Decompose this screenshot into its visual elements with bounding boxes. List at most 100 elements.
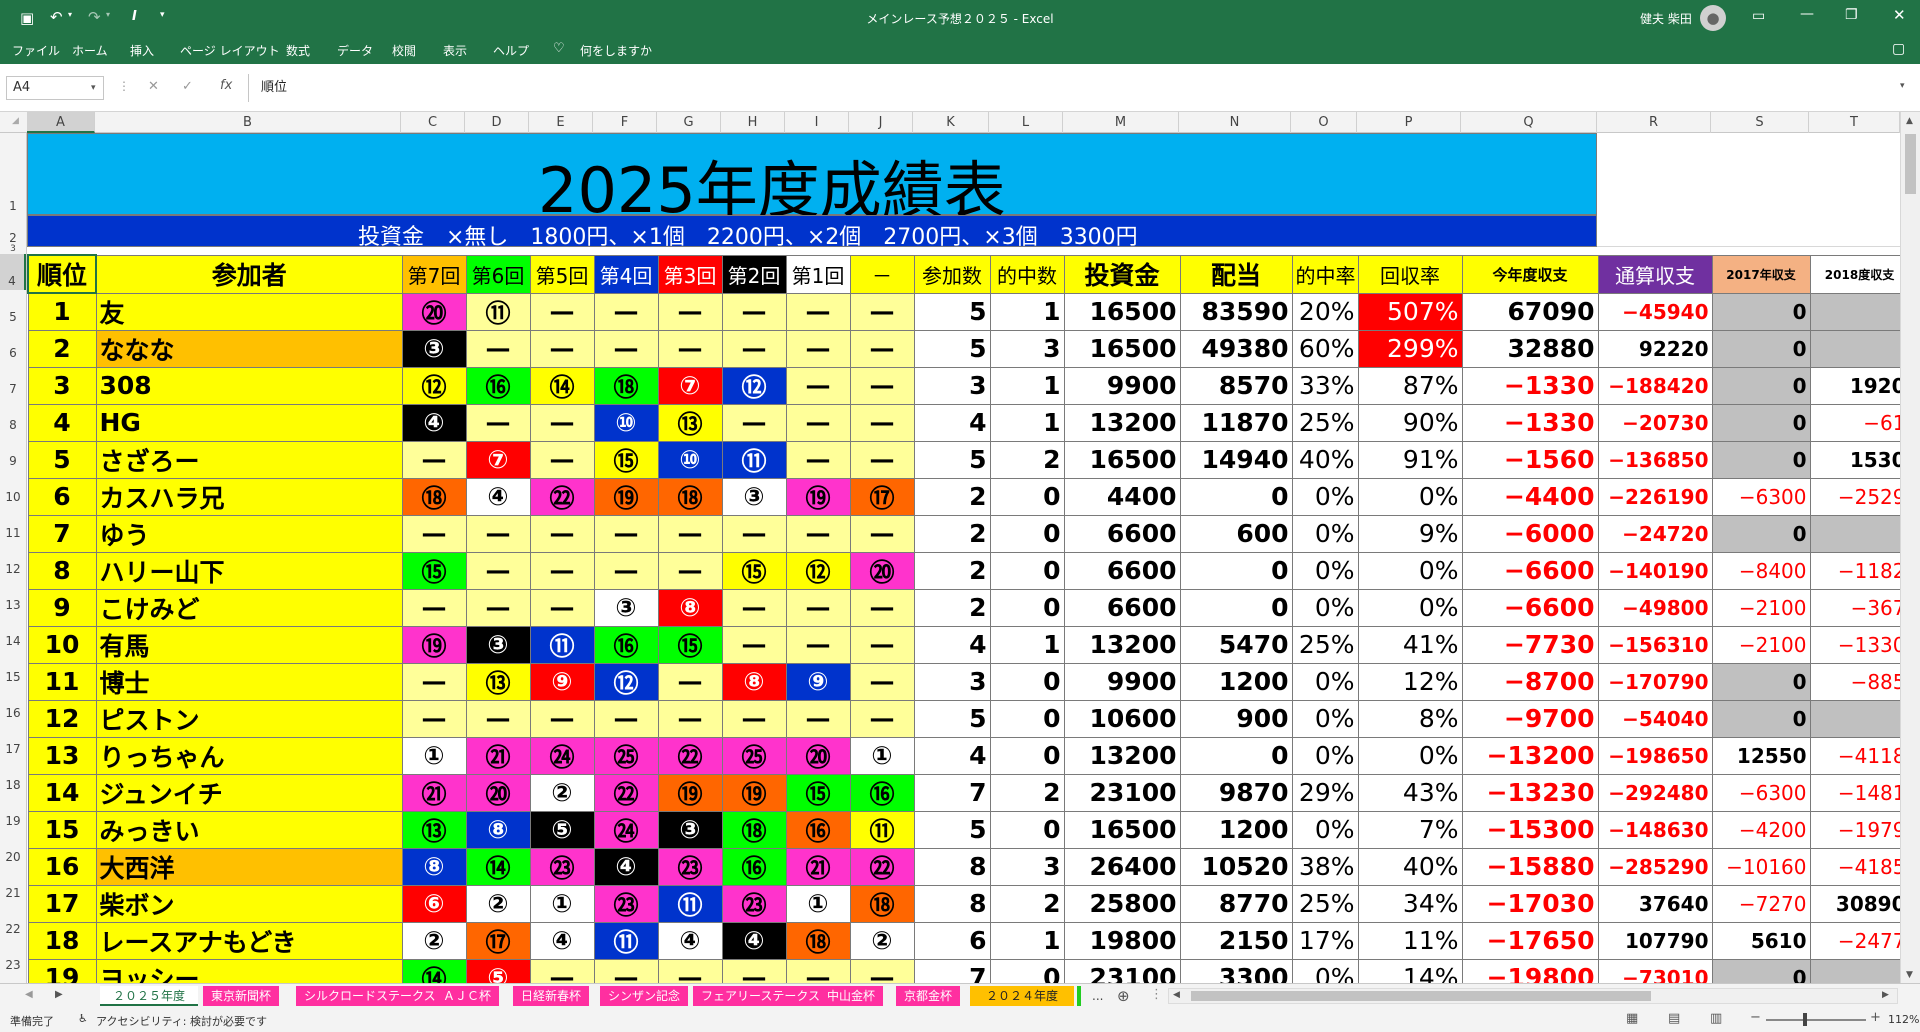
pick-cell[interactable]: ㉒: [593, 773, 659, 812]
total-balance-cell[interactable]: 37640: [1597, 884, 1713, 923]
return-rate-cell[interactable]: 12%: [1357, 662, 1463, 701]
sheet-tab[interactable]: ＡＪＣ杯: [435, 986, 500, 1006]
col-header[interactable]: H: [721, 112, 785, 133]
year-balance-cell[interactable]: −6600: [1461, 588, 1599, 627]
header-total-balance[interactable]: 通算収支: [1597, 254, 1713, 294]
menu-review[interactable]: 校閲: [392, 42, 416, 59]
invest-cell[interactable]: 13200: [1063, 625, 1181, 664]
y2017-cell[interactable]: −6300: [1711, 773, 1811, 812]
pick-cell[interactable]: ⑰: [465, 921, 531, 960]
pick-cell[interactable]: —: [657, 551, 723, 590]
return-rate-cell[interactable]: 11%: [1357, 921, 1463, 960]
payout-cell[interactable]: 900: [1179, 699, 1293, 738]
row-header[interactable]: 7: [0, 362, 26, 398]
y2018-cell[interactable]: [1809, 514, 1900, 553]
pick-cell[interactable]: ③: [657, 810, 723, 849]
payout-cell[interactable]: 1200: [1179, 662, 1293, 701]
pick-cell[interactable]: ②: [401, 921, 467, 960]
page-layout-view-icon[interactable]: ▤: [1668, 1011, 1680, 1026]
y2017-cell[interactable]: 0: [1711, 403, 1811, 442]
participant-cell[interactable]: ヨッシー: [95, 958, 403, 983]
pick-cell[interactable]: ⑥: [401, 884, 467, 923]
payout-cell[interactable]: 0: [1179, 477, 1293, 516]
pick-cell[interactable]: —: [401, 662, 467, 701]
header-2017[interactable]: 2017年収支: [1711, 254, 1811, 294]
pick-cell[interactable]: —: [657, 292, 723, 331]
pick-cell[interactable]: —: [849, 662, 915, 701]
row-header[interactable]: 5: [0, 290, 26, 326]
pick-cell[interactable]: ⑯: [465, 366, 531, 405]
pick-cell[interactable]: ⑬: [401, 810, 467, 849]
payout-cell[interactable]: 0: [1179, 551, 1293, 590]
comment-icon[interactable]: ▢: [1892, 41, 1905, 57]
pick-cell[interactable]: ⑲: [657, 773, 723, 812]
pick-cell[interactable]: ⑧: [401, 847, 467, 886]
payout-cell[interactable]: 10520: [1179, 847, 1293, 886]
hit-rate-cell[interactable]: 25%: [1291, 625, 1359, 664]
pick-cell[interactable]: ㉒: [529, 477, 595, 516]
entries-cell[interactable]: 8: [913, 884, 991, 923]
participant-cell[interactable]: さざろー: [95, 440, 403, 479]
rank-cell[interactable]: 12: [27, 699, 97, 738]
rank-cell[interactable]: 14: [27, 773, 97, 812]
minimize-icon[interactable]: —: [1800, 6, 1814, 22]
header-hit-rate[interactable]: 的中率: [1291, 254, 1359, 294]
zoom-level[interactable]: 112%: [1888, 1013, 1919, 1026]
year-balance-cell[interactable]: −17030: [1461, 884, 1599, 923]
payout-cell[interactable]: 9870: [1179, 773, 1293, 812]
tab-split-handle[interactable]: ⋮: [1150, 987, 1163, 1002]
rank-cell[interactable]: 3: [27, 366, 97, 405]
rank-cell[interactable]: 7: [27, 514, 97, 553]
formula-input[interactable]: 順位: [248, 74, 1898, 102]
h-scroll-thumb[interactable]: [1191, 991, 1651, 1001]
pick-cell[interactable]: —: [529, 699, 595, 738]
col-header[interactable]: D: [465, 112, 529, 133]
pick-cell[interactable]: —: [721, 958, 787, 983]
pick-cell[interactable]: —: [593, 292, 659, 331]
y2017-cell[interactable]: 0: [1711, 699, 1811, 738]
sheet-tab[interactable]: 京都金杯: [896, 986, 961, 1006]
pick-cell[interactable]: —: [657, 958, 723, 983]
sheet-tab[interactable]: シンザン記念: [600, 986, 689, 1006]
y2018-cell[interactable]: [1809, 699, 1900, 738]
row-header[interactable]: 12: [0, 542, 26, 578]
pick-cell[interactable]: ⑭: [401, 958, 467, 983]
col-header[interactable]: C: [401, 112, 465, 133]
return-rate-cell[interactable]: 43%: [1357, 773, 1463, 812]
year-balance-cell[interactable]: −1560: [1461, 440, 1599, 479]
row-header[interactable]: 10: [0, 470, 26, 506]
y2018-cell[interactable]: −1979: [1809, 810, 1900, 849]
total-balance-cell[interactable]: −148630: [1597, 810, 1713, 849]
hits-cell[interactable]: 0: [989, 810, 1065, 849]
col-header[interactable]: S: [1711, 112, 1809, 133]
year-balance-cell[interactable]: −7730: [1461, 625, 1599, 664]
year-balance-cell[interactable]: 32880: [1461, 329, 1599, 368]
participant-cell[interactable]: 友: [95, 292, 403, 331]
pick-cell[interactable]: —: [657, 514, 723, 553]
pick-cell[interactable]: ⑳: [849, 551, 915, 590]
pick-cell[interactable]: ③: [721, 477, 787, 516]
pick-cell[interactable]: —: [401, 699, 467, 738]
total-balance-cell[interactable]: −156310: [1597, 625, 1713, 664]
pick-cell[interactable]: —: [721, 588, 787, 627]
pick-cell[interactable]: —: [529, 292, 595, 331]
hit-rate-cell[interactable]: 0%: [1291, 736, 1359, 775]
subtitle-band[interactable]: 投資金 ×無し 1800円、×1個 2200円、×2個 2700円、×3個 33…: [27, 215, 1597, 250]
pick-cell[interactable]: —: [529, 329, 595, 368]
pick-cell[interactable]: ⑳: [465, 773, 531, 812]
pick-cell[interactable]: —: [401, 514, 467, 553]
pick-cell[interactable]: ⑲: [401, 625, 467, 664]
invest-cell[interactable]: 6600: [1063, 514, 1181, 553]
hits-cell[interactable]: 0: [989, 588, 1065, 627]
return-rate-cell[interactable]: 40%: [1357, 847, 1463, 886]
participant-cell[interactable]: みっきい: [95, 810, 403, 849]
return-rate-cell[interactable]: 0%: [1357, 551, 1463, 590]
hits-cell[interactable]: 2: [989, 884, 1065, 923]
hits-cell[interactable]: 0: [989, 699, 1065, 738]
payout-cell[interactable]: 49380: [1179, 329, 1293, 368]
pick-cell[interactable]: —: [849, 958, 915, 983]
hits-cell[interactable]: 0: [989, 958, 1065, 983]
total-balance-cell[interactable]: −45940: [1597, 292, 1713, 331]
col-header[interactable]: P: [1357, 112, 1461, 133]
pick-cell[interactable]: —: [529, 551, 595, 590]
